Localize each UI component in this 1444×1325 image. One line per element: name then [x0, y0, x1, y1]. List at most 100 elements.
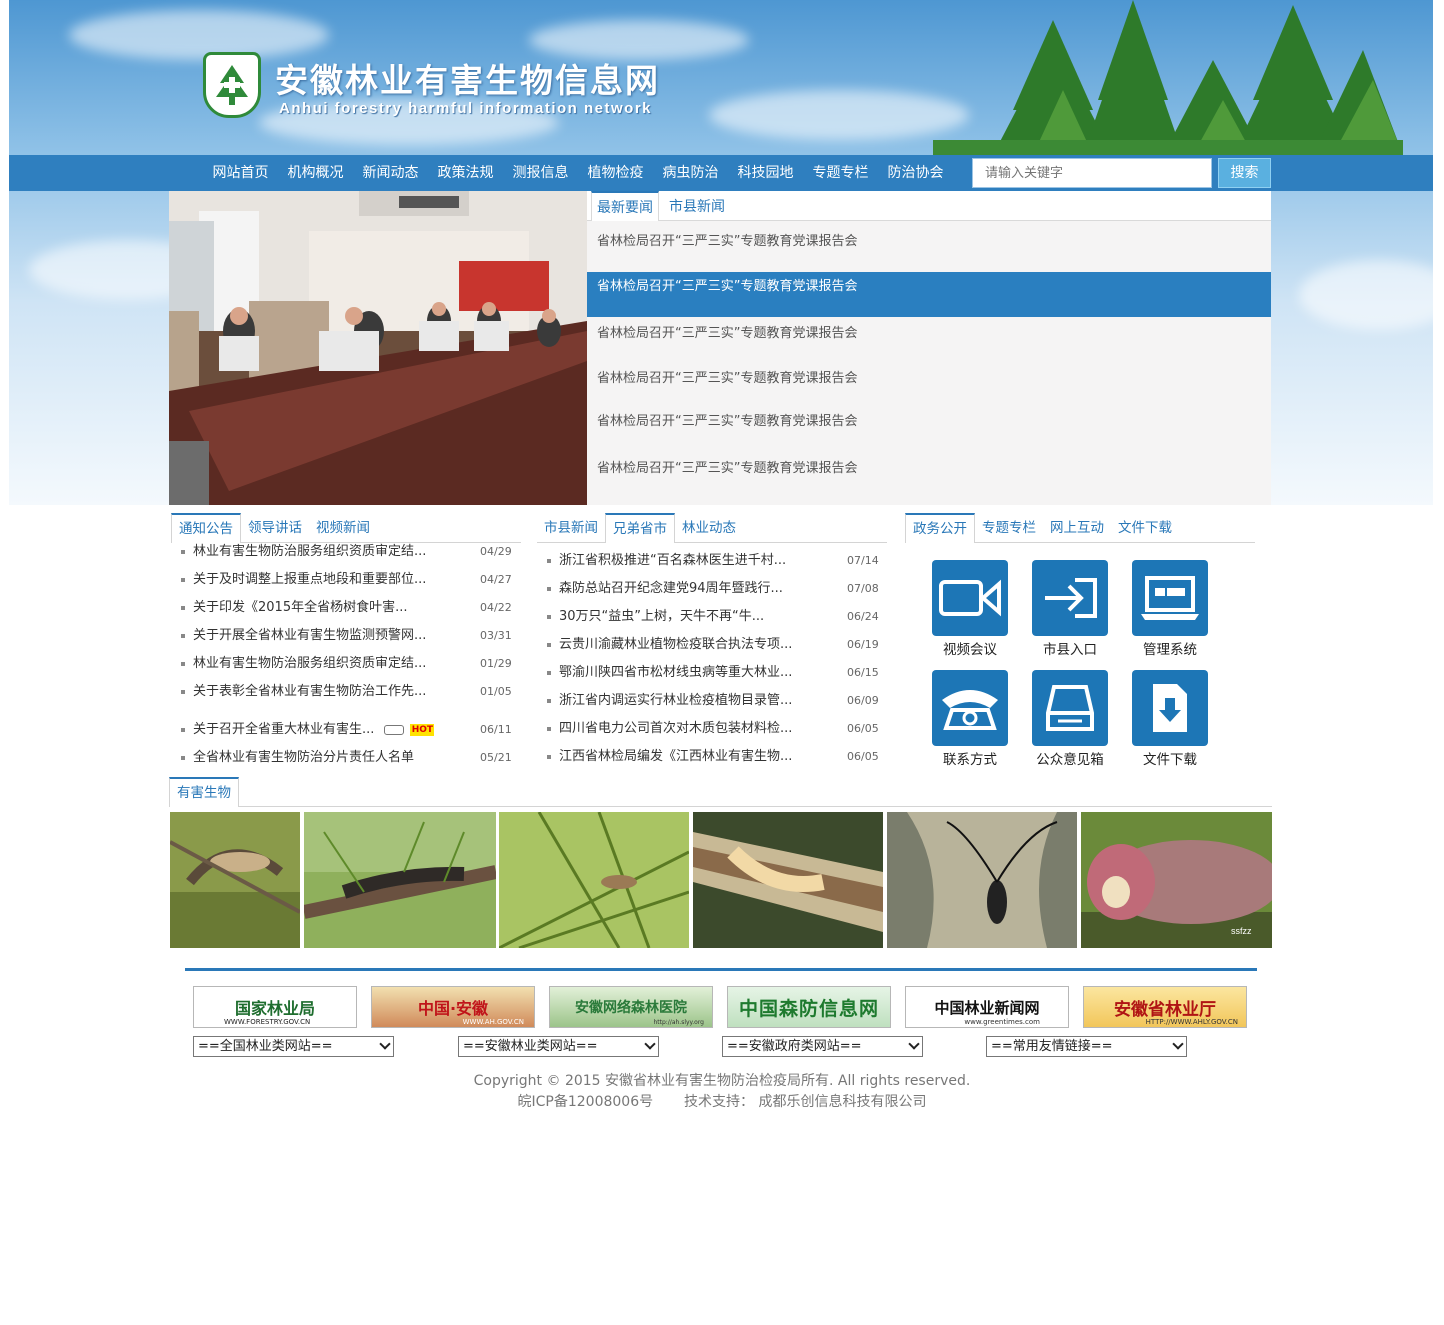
pest-photo-pine-needles[interactable]: [499, 812, 689, 948]
top-news-item-selected[interactable]: 省林检局召开“三严三实”专题教育党课报告会: [587, 272, 1271, 317]
new-tag-icon: [384, 724, 405, 735]
tab-forestry-updates[interactable]: 林业动态: [675, 513, 743, 543]
footer-divider: [185, 968, 1257, 971]
county-entrance-label[interactable]: 市县入口: [1020, 638, 1120, 658]
list-item[interactable]: 林业有害生物防治服务组织资质审定结... 01/29: [171, 653, 521, 675]
list-item[interactable]: 森防总站召开纪念建党94周年暨践行... 07/08: [537, 578, 887, 600]
file-download-label[interactable]: 文件下载: [1120, 748, 1220, 768]
tab-topics[interactable]: 专题专栏: [975, 513, 1043, 543]
top-news-item[interactable]: 省林检局召开“三严三实”专题教育党课报告会: [587, 232, 1271, 251]
top-news-item[interactable]: 省林检局召开“三严三实”专题教育党课报告会: [587, 324, 1271, 343]
enter-arrow-icon[interactable]: [1032, 560, 1108, 636]
chevron-down-icon: [644, 1038, 656, 1050]
list-item[interactable]: 鄂渝川陕四省市松材线虫病等重大林业... 06/15: [537, 662, 887, 684]
video-meeting-label[interactable]: 视频会议: [920, 638, 1020, 658]
nav-item-home[interactable]: 网站首页: [203, 155, 278, 191]
main-nav: 网站首页 机构概况 新闻动态 政策法规 测报信息 植物检疫 病虫防治 科技园地 …: [9, 155, 1433, 191]
pest-photo-pine-caterpillar[interactable]: [304, 812, 496, 948]
site-subtitle: Anhui forestry harmful information netwo…: [279, 100, 653, 117]
select-anhui-forestry-sites[interactable]: ==安徽林业类网站==: [458, 1036, 659, 1057]
list-item[interactable]: 30万只“益虫”上树，天牛不再“牛... 06/24: [537, 606, 887, 628]
nav-item-topics[interactable]: 专题专栏: [803, 155, 878, 191]
tab-notices[interactable]: 通知公告: [171, 513, 241, 543]
tab-harmful-organisms[interactable]: 有害生物: [169, 777, 239, 807]
news-panel: 市县新闻 兄弟省市 林业动态 浙江省积极推进“百名森林医生进千村... 07/14…: [537, 513, 887, 773]
management-system-label[interactable]: 管理系统: [1120, 638, 1220, 658]
nav-item-pest-control[interactable]: 病虫防治: [653, 155, 728, 191]
list-item[interactable]: 浙江省积极推进“百名森林医生进千村... 07/14: [537, 550, 887, 572]
nav-item-forecast[interactable]: 测报信息: [503, 155, 578, 191]
tab-leader-speech[interactable]: 领导讲话: [241, 513, 309, 543]
inbox-tray-icon[interactable]: [1032, 670, 1108, 746]
list-item[interactable]: 林业有害生物防治服务组织资质审定结... 04/29: [171, 541, 521, 563]
list-item[interactable]: 关于表彰全省林业有害生物防治工作先... 01/05: [171, 681, 521, 703]
list-item[interactable]: 关于及时调整上报重点地段和重要部位... 04/27: [171, 569, 521, 591]
select-anhui-government-sites[interactable]: ==安徽政府类网站==: [722, 1036, 923, 1057]
government-affairs-panel: 政务公开 专题专栏 网上互动 文件下载 视频会议 市县入口 管理系统 联系方式 …: [905, 513, 1255, 773]
list-item[interactable]: 全省林业有害生物防治分片责任人名单 05/21: [171, 747, 521, 769]
list-item[interactable]: 关于印发《2015年全省杨树食叶害... 04/22: [171, 597, 521, 619]
site-logo-area: 安徽林业有害生物信息网 Anhui forestry harmful infor…: [203, 52, 723, 122]
list-item[interactable]: 四川省电力公司首次对木质包装材料检... 06/05: [537, 718, 887, 740]
list-item[interactable]: 江西省林检局编发《江西林业有害生物... 06/05: [537, 746, 887, 768]
pest-photo-longhorn-beetle[interactable]: [887, 812, 1077, 948]
copyright-text: Copyright © 2015 安徽省林业有害生物防治检疫局所有. All r…: [473, 1073, 971, 1089]
logo-badge-icon[interactable]: [203, 52, 261, 118]
site-title: 安徽林业有害生物信息网: [275, 61, 660, 100]
pest-photo-larva-in-stem[interactable]: [693, 812, 883, 948]
nav-item-about[interactable]: 机构概况: [278, 155, 353, 191]
search-input[interactable]: [972, 158, 1212, 188]
tab-video-news[interactable]: 视频新闻: [309, 513, 377, 543]
tab-brother-provinces[interactable]: 兄弟省市: [605, 513, 675, 543]
tab-latest-news[interactable]: 最新要闻: [591, 191, 659, 221]
tab-county-news[interactable]: 市县新闻: [537, 513, 605, 543]
nav-item-quarantine[interactable]: 植物检疫: [578, 155, 653, 191]
nav-item-news[interactable]: 新闻动态: [353, 155, 428, 191]
list-item[interactable]: 关于开展全省林业有害生物监测预警网... 03/31: [171, 625, 521, 647]
chevron-down-icon: [379, 1038, 391, 1050]
link-china-anhui[interactable]: 中国·安徽 WWW.AH.GOV.CN: [371, 986, 535, 1028]
search-button[interactable]: 搜索: [1218, 158, 1271, 188]
top-news-item[interactable]: 省林检局召开“三严三实”专题教育党课报告会: [587, 412, 1271, 431]
pine-trees-illustration: [933, 0, 1403, 155]
nav-item-association[interactable]: 防治协会: [878, 155, 953, 191]
file-download-icon[interactable]: [1132, 670, 1208, 746]
notice-panel: 通知公告 领导讲话 视频新闻 林业有害生物防治服务组织资质审定结... 04/29…: [171, 513, 521, 773]
link-china-forestry-news[interactable]: 中国林业新闻网 www.greentimes.com: [905, 986, 1069, 1028]
footer-info: 皖ICP备12008006号 技术支持： 成都乐创信息科技有限公司: [0, 1091, 1444, 1111]
tech-support-label: 技术支持：: [684, 1094, 755, 1110]
icp-number[interactable]: 皖ICP备12008006号: [518, 1094, 654, 1110]
select-national-forestry-sites[interactable]: ==全国林业类网站==: [193, 1036, 394, 1057]
tech-support-company[interactable]: 成都乐创信息科技有限公司: [758, 1094, 926, 1110]
chevron-down-icon: [1172, 1038, 1184, 1050]
tab-online-interaction[interactable]: 网上互动: [1043, 513, 1111, 543]
tab-gov-affairs[interactable]: 政务公开: [905, 513, 975, 543]
list-item[interactable]: 浙江省内调运实行林业检疫植物目录管... 06/09: [537, 690, 887, 712]
pest-photo-pink-caterpillar[interactable]: ssfzz: [1081, 812, 1272, 948]
hot-badge: HOT: [410, 723, 435, 736]
nav-item-science[interactable]: 科技园地: [728, 155, 803, 191]
top-news-panel: 最新要闻 市县新闻 省林检局召开“三严三实”专题教育党课报告会 省林检局召开“三…: [587, 191, 1271, 505]
link-anhui-forest-hospital[interactable]: 安徽网络森林医院 http://ah.slyy.org: [549, 986, 713, 1028]
pest-photo-caterpillar[interactable]: [170, 812, 300, 948]
list-item[interactable]: 关于召开全省重大林业有害生... HOT 06/11: [171, 719, 521, 741]
link-china-forest-protection[interactable]: 中国森防信息网: [727, 986, 891, 1028]
link-anhui-forestry-dept[interactable]: 安徽省林业厅 HTTP://WWW.AHLY.GOV.CN: [1083, 986, 1247, 1028]
news-slideshow-image[interactable]: [169, 191, 587, 505]
nav-item-policy[interactable]: 政策法规: [428, 155, 503, 191]
link-state-forestry-bureau[interactable]: 国家林业局 WWW.FORESTRY.GOV.CN: [193, 986, 357, 1028]
select-common-links[interactable]: ==常用友情链接==: [986, 1036, 1187, 1057]
watermark-text: ssfzz: [1231, 926, 1252, 936]
tab-county-news[interactable]: 市县新闻: [664, 191, 730, 221]
telephone-icon[interactable]: [932, 670, 1008, 746]
pests-section-header: 有害生物: [169, 777, 1272, 807]
chevron-down-icon: [908, 1038, 920, 1050]
video-camera-icon[interactable]: [932, 560, 1008, 636]
top-news-item[interactable]: 省林检局召开“三严三实”专题教育党课报告会: [587, 369, 1271, 388]
tab-file-download[interactable]: 文件下载: [1111, 513, 1179, 543]
laptop-icon[interactable]: [1132, 560, 1208, 636]
top-news-item[interactable]: 省林检局召开“三严三实”专题教育党课报告会: [587, 459, 1271, 478]
public-opinion-box-label[interactable]: 公众意见箱: [1020, 748, 1120, 768]
list-item[interactable]: 云贵川渝藏林业植物检疫联合执法专项... 06/19: [537, 634, 887, 656]
contact-label[interactable]: 联系方式: [920, 748, 1020, 768]
